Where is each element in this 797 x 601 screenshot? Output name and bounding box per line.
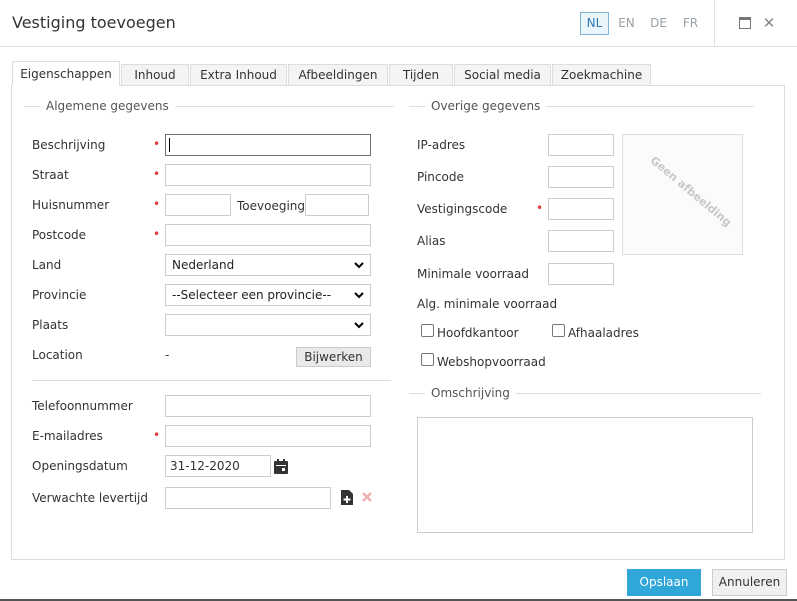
label-delivery-time: Verwachte levertijd: [32, 491, 148, 505]
section-title-description: Omschrijving: [425, 386, 516, 400]
country-select-value: Nederland: [172, 258, 235, 272]
remove-icon[interactable]: [361, 491, 373, 506]
close-icon[interactable]: ✕: [759, 12, 779, 34]
email-input[interactable]: [165, 425, 371, 447]
province-select-value: --Selecteer een provincie--: [172, 288, 332, 302]
city-select[interactable]: [165, 314, 371, 336]
description-textarea[interactable]: [417, 417, 753, 533]
label-description: Beschrijving: [32, 138, 106, 152]
chevron-down-icon: [354, 322, 364, 329]
label-street: Straat: [32, 168, 69, 182]
tab-afbeeldingen[interactable]: Afbeeldingen: [288, 64, 388, 86]
update-location-button[interactable]: Bijwerken: [296, 347, 371, 367]
alias-input[interactable]: [548, 230, 614, 252]
tab-inhoud[interactable]: Inhoud: [121, 64, 189, 86]
branch-code-input[interactable]: [548, 198, 614, 220]
section-divider: [32, 380, 391, 381]
ip-input[interactable]: [548, 134, 614, 156]
label-alias: Alias: [417, 234, 446, 248]
language-nl[interactable]: NL: [580, 12, 609, 35]
label-city: Plaats: [32, 318, 69, 332]
label-country: Land: [32, 258, 62, 272]
calendar-icon[interactable]: [274, 459, 288, 477]
pincode-input[interactable]: [548, 166, 614, 188]
label-ip: IP-adres: [417, 138, 466, 152]
language-de[interactable]: DE: [644, 12, 673, 35]
label-addition: Toevoeging: [237, 199, 306, 213]
label-email: E-mailadres: [32, 429, 103, 443]
label-branch-code: Vestigingscode: [417, 202, 508, 216]
pickup-address-checkbox[interactable]: [552, 324, 565, 337]
chevron-down-icon: [354, 262, 364, 269]
label-opening-date: Openingsdatum: [32, 459, 128, 473]
head-office-label: Hoofdkantoor: [437, 326, 519, 340]
language-fr[interactable]: FR: [676, 12, 705, 35]
opening-date-input[interactable]: 31-12-2020: [165, 455, 271, 477]
delivery-time-input[interactable]: [165, 487, 331, 509]
required-indicator: •: [153, 428, 161, 442]
required-indicator: •: [153, 197, 161, 211]
street-input[interactable]: [165, 164, 371, 186]
location-value: -: [165, 348, 170, 362]
country-select[interactable]: Nederland: [165, 254, 371, 276]
image-placeholder: [622, 134, 743, 255]
save-button[interactable]: Opslaan: [627, 569, 701, 596]
addition-input[interactable]: [305, 194, 369, 216]
language-en[interactable]: EN: [612, 12, 641, 35]
label-general-min-stock: Alg. minimale voorraad: [417, 297, 558, 311]
label-location: Location: [32, 348, 83, 362]
phone-input[interactable]: [165, 395, 371, 417]
dialog-title: Vestiging toevoegen: [12, 13, 176, 32]
postcode-input[interactable]: [165, 224, 371, 246]
chevron-down-icon: [354, 292, 364, 299]
label-min-stock: Minimale voorraad: [417, 267, 529, 281]
province-select[interactable]: --Selecteer een provincie--: [165, 284, 371, 306]
required-indicator: •: [153, 167, 161, 181]
header-divider: [714, 0, 715, 47]
add-file-icon[interactable]: [341, 490, 353, 508]
tab-eigenschappen[interactable]: Eigenschappen: [12, 61, 120, 86]
section-title-other: Overige gegevens: [425, 99, 547, 113]
label-province: Provincie: [32, 288, 87, 302]
description-input[interactable]: [165, 134, 371, 156]
webshop-stock-checkbox[interactable]: [421, 353, 434, 366]
label-postcode: Postcode: [32, 228, 87, 242]
webshop-stock-label: Webshopvoorraad: [437, 355, 546, 369]
label-house-number: Huisnummer: [32, 198, 110, 212]
house-number-input[interactable]: [165, 194, 231, 216]
required-indicator: •: [153, 227, 161, 241]
label-phone: Telefoonnummer: [32, 399, 133, 413]
label-pincode: Pincode: [417, 170, 464, 184]
tab-tijden[interactable]: Tijden: [389, 64, 453, 86]
section-title-general: Algemene gegevens: [40, 99, 175, 113]
required-indicator: •: [536, 201, 544, 215]
tab-extra-inhoud[interactable]: Extra Inhoud: [190, 64, 287, 86]
required-indicator: •: [153, 137, 161, 151]
head-office-checkbox[interactable]: [421, 324, 434, 337]
tab-zoekmachine[interactable]: Zoekmachine: [552, 64, 651, 86]
min-stock-input[interactable]: [548, 263, 614, 285]
cancel-button[interactable]: Annuleren: [712, 569, 787, 596]
tab-social-media[interactable]: Social media: [454, 64, 551, 86]
pickup-address-label: Afhaaladres: [568, 326, 639, 340]
maximize-icon[interactable]: [735, 12, 755, 34]
